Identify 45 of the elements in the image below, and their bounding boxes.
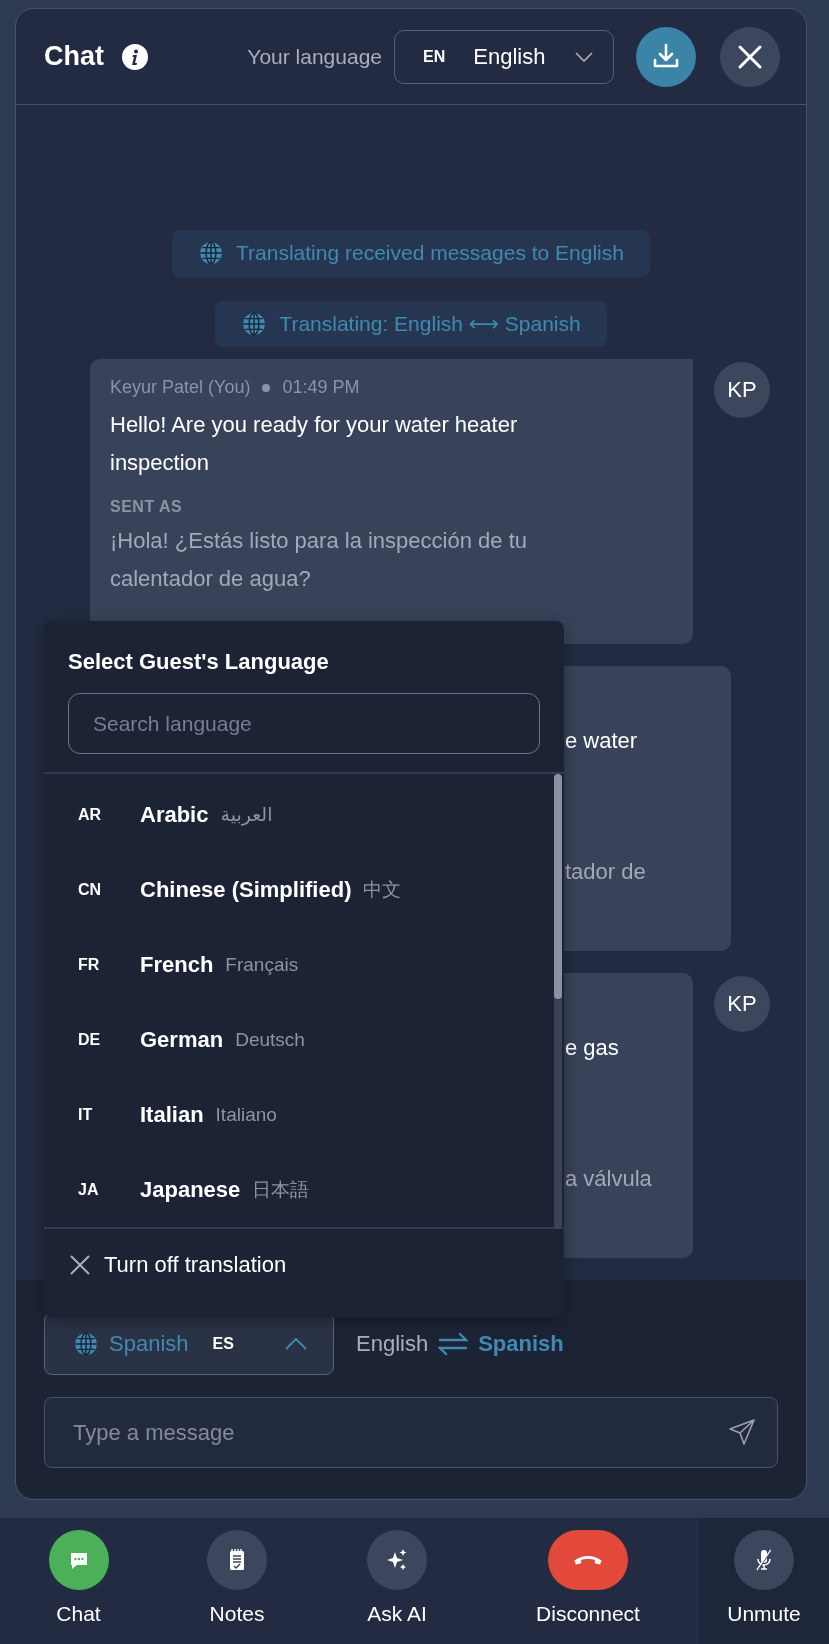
message-text: Hello! Are you ready for your water heater inspection [110,411,519,477]
scrollbar-thumb[interactable] [554,774,562,999]
language-option[interactable]: CN Chinese (Simplified) 中文 [44,852,554,927]
avatar: KP [714,976,770,1032]
chevron-down-icon [575,51,593,62]
toolbar-button[interactable]: Ask AI [317,1518,477,1644]
translated-text: a válvula [565,1166,652,1192]
language-option[interactable]: DE German Deutsch [44,1002,554,1077]
message-text: e gas [565,1035,619,1061]
panel-title: Chat [44,41,104,72]
message-input[interactable]: Type a message [44,1397,778,1468]
globe-icon [73,1330,99,1357]
separator-dot [262,383,271,392]
banner-text: Translating: English ⟷ Spanish [279,311,581,336]
search-field[interactable]: Search language [68,693,540,754]
swap-icon [438,1331,469,1356]
turn-off-translation-button[interactable]: Turn off translation [44,1227,564,1301]
toolbar-button[interactable]: Unmute [699,1518,829,1644]
send-icon[interactable] [728,1418,756,1446]
toolbar-button[interactable]: Chat [0,1518,157,1644]
language-select[interactable]: EN English [394,29,614,84]
info-icon [122,43,148,70]
toolbar-button[interactable]: Notes [157,1518,317,1644]
sent-as-label: SENT AS [110,498,184,516]
globe-icon [198,240,225,267]
globe-icon [241,310,268,337]
message-text: e water [565,728,638,754]
avatar: KP [714,362,770,418]
scrollbar[interactable] [554,774,562,1229]
language-option[interactable]: IT Italian Italiano [44,1077,554,1152]
translated-text: ¡Hola! ¿Estás listo para la inspección de tu calentador de agua? [110,527,528,593]
close-icon [737,43,763,70]
toolbar-button[interactable]: Disconnect [477,1518,699,1644]
phone-icon [574,1555,602,1565]
translated-text: tador de [565,859,646,885]
menu-title: Select Guest's Language [67,648,330,675]
language-label: Your language [247,44,382,69]
close-icon [70,1255,90,1275]
banner-text: Translating received messages to English [236,241,624,266]
language-option[interactable]: FR French Français [44,927,554,1002]
language-option[interactable]: JA Japanese 日本語 [44,1152,554,1227]
target-language: Spanish [478,1330,564,1357]
source-language: English [356,1330,429,1357]
sender-name: Keyur Patel (You) [110,377,251,398]
message-time: 01:49 PM [282,377,360,398]
